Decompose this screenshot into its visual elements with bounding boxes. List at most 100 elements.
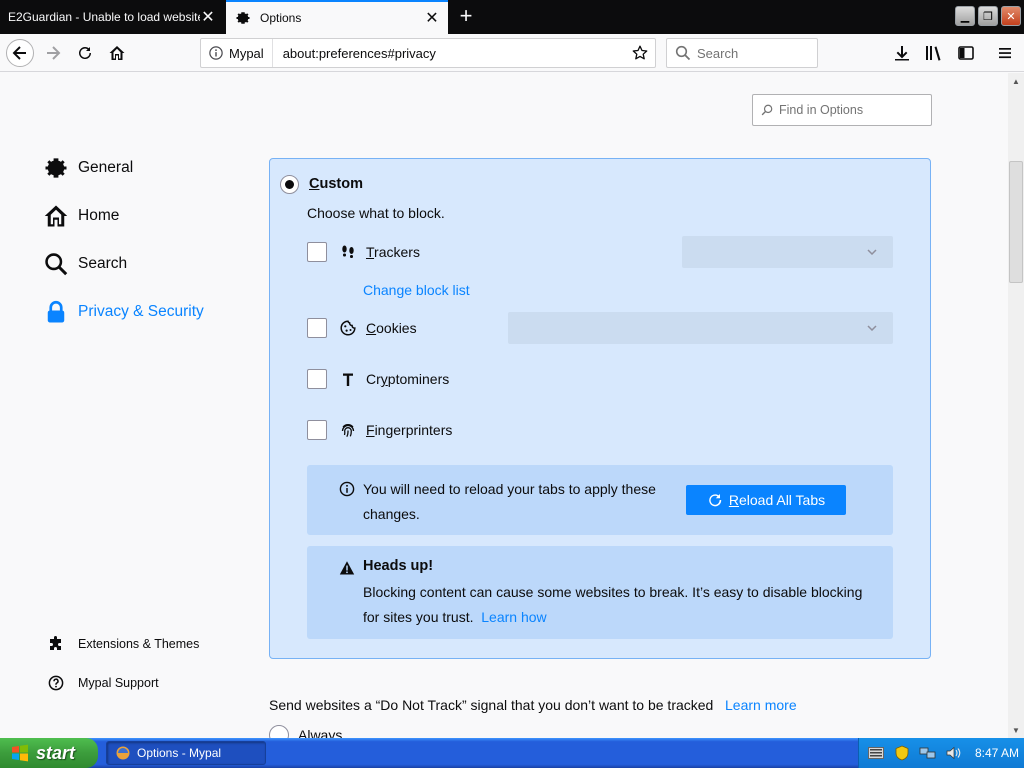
new-tab-button[interactable]: + <box>452 4 480 30</box>
hammer-icon <box>340 371 356 387</box>
fingerprinters-label[interactable]: Fingerprinters <box>366 422 452 438</box>
forward-button[interactable] <box>39 39 67 67</box>
trackers-dropdown[interactable] <box>682 236 893 268</box>
gear-icon <box>44 156 68 180</box>
cookies-label[interactable]: Cookies <box>366 320 417 336</box>
custom-description: Choose what to block. <box>307 205 445 221</box>
scroll-up-arrow[interactable]: ▲ <box>1008 73 1024 89</box>
find-in-options-box[interactable] <box>752 94 932 126</box>
library-button[interactable] <box>920 39 948 67</box>
fingerprinters-checkbox[interactable] <box>307 420 327 440</box>
cookie-icon <box>340 320 356 336</box>
cryptominers-checkbox[interactable] <box>307 369 327 389</box>
trackers-checkbox[interactable] <box>307 242 327 262</box>
info-icon <box>339 481 355 497</box>
custom-radio[interactable] <box>280 175 299 194</box>
trackers-label[interactable]: Trackers <box>366 244 420 260</box>
cryptominers-row: Cryptominers <box>307 368 449 390</box>
reload-notice-text: You will need to reload your tabs to app… <box>363 481 656 522</box>
identity-label: Mypal <box>229 45 264 61</box>
trackers-row: Trackers <box>307 241 420 263</box>
close-icon[interactable]: ✕ <box>424 10 440 27</box>
dnt-always-radio[interactable] <box>269 725 289 738</box>
radio-dot <box>285 180 294 189</box>
cryptominers-label[interactable]: Cryptominers <box>366 371 449 387</box>
heads-up-text: Blocking content can cause some websites… <box>363 584 863 625</box>
network-icon[interactable] <box>919 744 937 762</box>
heads-up-title: Heads up! <box>363 558 434 574</box>
fingerprinters-row: Fingerprinters <box>307 419 452 441</box>
cookies-row: Cookies <box>307 317 417 339</box>
home-button[interactable] <box>103 39 131 67</box>
close-icon[interactable]: ✕ <box>200 9 216 26</box>
restore-button[interactable]: ❐ <box>978 6 998 26</box>
menu-button[interactable] <box>991 39 1019 67</box>
category-privacy-security[interactable]: Privacy & Security <box>44 297 204 327</box>
puzzle-icon <box>47 635 65 653</box>
help-icon <box>47 674 65 692</box>
taskbar-item-label: Options - Mypal <box>137 746 222 760</box>
close-window-button[interactable]: ✕ <box>1001 6 1021 26</box>
tab-options[interactable]: Options ✕ <box>226 0 448 34</box>
category-home[interactable]: Home <box>44 201 119 231</box>
category-search[interactable]: Search <box>44 249 127 279</box>
category-label: Home <box>78 207 120 224</box>
custom-title[interactable]: Custom <box>309 176 363 192</box>
dnt-always-option[interactable]: Always <box>269 725 342 738</box>
taskbar-item-mypal[interactable]: Options - Mypal <box>106 741 266 765</box>
category-label: Privacy & Security <box>78 303 204 320</box>
navigation-toolbar: Mypal about:preferences#privacy <box>0 34 1024 72</box>
vertical-scrollbar[interactable]: ▲ ▼ <box>1008 73 1024 738</box>
category-general[interactable]: General <box>44 153 133 183</box>
url-text[interactable]: about:preferences#privacy <box>283 46 625 61</box>
star-icon[interactable] <box>625 45 655 61</box>
tab-e2guardian[interactable]: E2Guardian - Unable to load website ✕ <box>0 0 224 34</box>
reload-icon <box>79 47 92 60</box>
info-icon <box>209 46 223 60</box>
do-not-track-text: Send websites a “Do Not Track” signal th… <box>269 697 797 713</box>
identity-box[interactable]: Mypal <box>201 39 273 67</box>
start-button[interactable]: start <box>0 738 98 768</box>
downloads-button[interactable] <box>888 39 916 67</box>
reload-all-tabs-button[interactable]: Reload All Tabs <box>686 485 846 515</box>
gear-icon <box>234 9 252 27</box>
search-icon <box>675 45 691 61</box>
home-icon <box>109 46 125 60</box>
scrollbar-thumb[interactable] <box>1009 161 1023 283</box>
arrow-right-icon <box>47 46 61 60</box>
minimize-button[interactable]: ▁ <box>955 6 975 26</box>
reload-button[interactable] <box>71 39 99 67</box>
preferences-content: General Home Search Privacy & Security E… <box>0 73 1008 738</box>
tab-title: E2Guardian - Unable to load website <box>8 10 200 24</box>
sidebar-button[interactable] <box>952 39 980 67</box>
library-icon <box>926 46 941 61</box>
security-shield-icon[interactable] <box>893 744 911 762</box>
scroll-down-arrow[interactable]: ▼ <box>1008 722 1024 738</box>
windows-logo-icon <box>12 744 28 762</box>
change-block-list-link[interactable]: Change block list <box>363 282 470 298</box>
cookies-dropdown[interactable] <box>508 312 893 344</box>
volume-icon[interactable] <box>945 744 963 762</box>
back-button[interactable] <box>6 39 34 67</box>
extensions-themes-link[interactable]: Extensions & Themes <box>47 633 199 655</box>
cookies-checkbox[interactable] <box>307 318 327 338</box>
dnt-always-label: Always <box>298 727 343 738</box>
sidebar-icon <box>958 46 974 60</box>
extensions-themes-label: Extensions & Themes <box>78 637 200 651</box>
search-bar[interactable] <box>666 38 818 68</box>
clock: 8:47 AM <box>975 746 1020 760</box>
support-link[interactable]: Mypal Support <box>47 672 159 694</box>
learn-more-link[interactable]: Learn more <box>725 697 797 713</box>
start-label: start <box>36 742 76 763</box>
find-in-options-input[interactable] <box>779 103 919 117</box>
keyboard-icon[interactable] <box>867 744 885 762</box>
learn-how-link[interactable]: Learn how <box>481 609 546 625</box>
reload-notice: You will need to reload your tabs to app… <box>307 465 893 535</box>
url-bar[interactable]: Mypal about:preferences#privacy <box>200 38 656 68</box>
category-label: Search <box>78 255 128 272</box>
search-input[interactable] <box>697 45 807 61</box>
support-label: Mypal Support <box>78 676 159 690</box>
custom-blocking-panel: Custom Choose what to block. Trackers Ch… <box>269 158 931 659</box>
warning-icon <box>339 561 355 575</box>
reload-icon <box>709 494 722 507</box>
